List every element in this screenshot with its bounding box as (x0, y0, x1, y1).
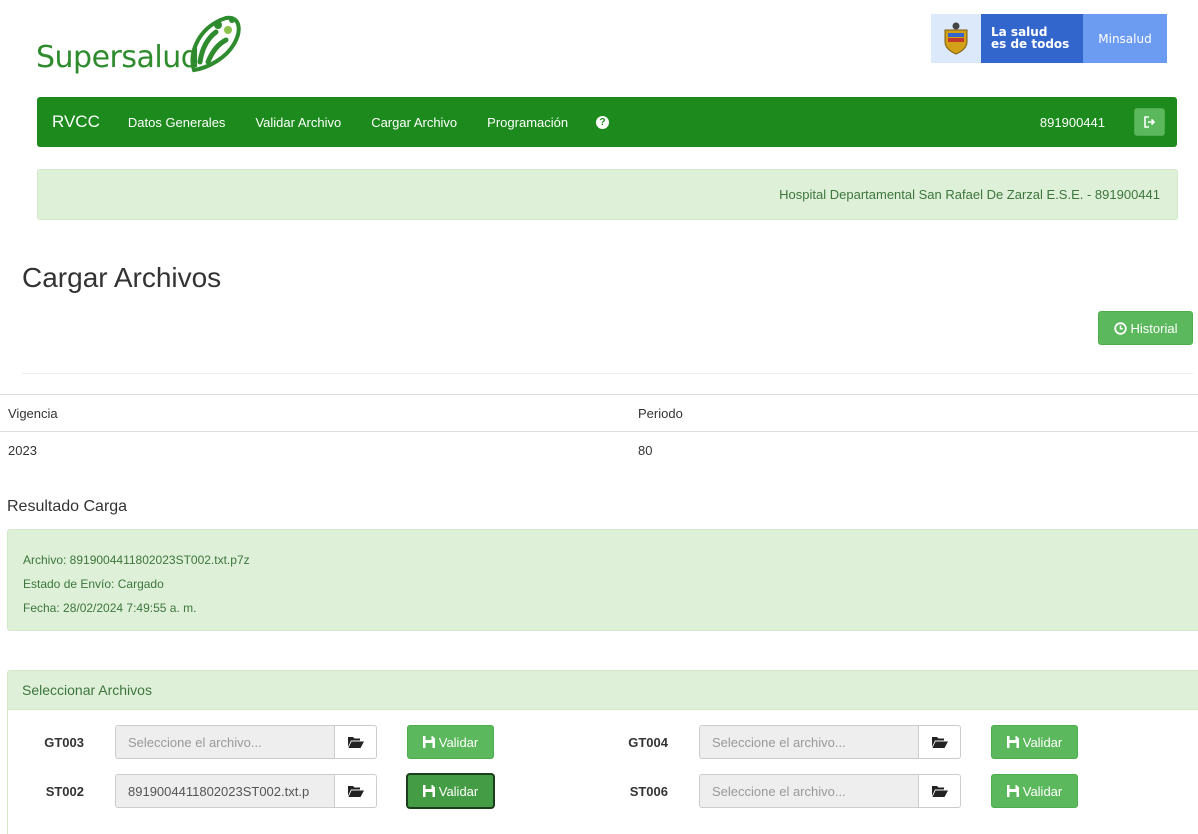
historial-button[interactable]: Historial (1098, 311, 1193, 345)
file-code-st006: ST006 (629, 783, 668, 799)
gov-banner: La salud es de todos Minsalud (931, 14, 1167, 63)
file-row-gt004: GT004 Seleccione el archivo... Validar (598, 725, 1078, 759)
minsalud-label: Minsalud (1083, 14, 1167, 63)
save-icon (1006, 736, 1019, 748)
browse-button-gt004[interactable] (919, 725, 961, 759)
file-input-st006[interactable]: Seleccione el archivo... (699, 774, 919, 808)
folder-open-icon (347, 737, 364, 748)
panel-title: Seleccionar Archivos (8, 671, 1198, 710)
file-row-st006: ST006 Seleccione el archivo... Validar (598, 774, 1078, 808)
browse-button-st002[interactable] (335, 774, 377, 808)
file-input-gt004[interactable]: Seleccione el archivo... (699, 725, 919, 759)
logo-text: Supersalud (36, 40, 200, 75)
cell-periodo: 80 (638, 443, 653, 458)
gov-slogan: La salud es de todos (981, 14, 1083, 63)
navbar-brand[interactable]: RVCC (52, 112, 100, 132)
header-periodo: Periodo (638, 405, 683, 421)
colombia-crest-icon (931, 14, 981, 63)
resultado-archivo: Archivo: 8919004411802023ST002.txt.p7z (23, 553, 250, 567)
nav-item-cargar-archivo[interactable]: Cargar Archivo (371, 115, 457, 130)
validar-button-gt004[interactable]: Validar (991, 725, 1078, 759)
main-navbar: RVCC Datos Generales Validar Archivo Car… (37, 97, 1177, 147)
resultado-box: Archivo: 8919004411802023ST002.txt.p7z E… (7, 529, 1198, 631)
entity-info-bar: Hospital Departamental San Rafael De Zar… (37, 169, 1178, 220)
validar-button-gt003[interactable]: Validar (407, 725, 494, 759)
file-input-st002[interactable]: 8919004411802023ST002.txt.p (115, 774, 335, 808)
nav-item-programacion[interactable]: Programación (487, 115, 568, 130)
validar-button-st002[interactable]: Validar (406, 773, 495, 809)
save-icon (422, 736, 435, 748)
nav-item-datos-generales[interactable]: Datos Generales (128, 115, 226, 130)
nav-item-validar-archivo[interactable]: Validar Archivo (255, 115, 341, 130)
resultado-estado: Estado de Envío: Cargado (23, 577, 164, 591)
help-icon[interactable]: ? (596, 115, 610, 129)
validar-label: Validar (1022, 734, 1063, 750)
browse-button-st006[interactable] (919, 774, 961, 808)
logout-button[interactable] (1134, 108, 1165, 136)
navbar-user-id: 891900441 (1039, 114, 1105, 130)
entity-info-text: Hospital Departamental San Rafael De Zar… (779, 187, 1160, 202)
file-row-gt003: GT003 Seleccione el archivo... Validar (14, 725, 494, 759)
file-row-st002: ST002 8919004411802023ST002.txt.p Valida… (14, 773, 495, 809)
page-title: Cargar Archivos (22, 262, 222, 293)
table-row: 2023 80 (0, 432, 1198, 469)
resultado-title: Resultado Carga (7, 498, 128, 515)
folder-open-icon (931, 786, 948, 797)
folder-open-icon (931, 737, 948, 748)
logout-icon (1143, 116, 1155, 128)
validar-label: Validar (438, 783, 479, 799)
file-code-gt004: GT004 (628, 734, 668, 750)
header-vigencia: Vigencia (8, 405, 58, 421)
table-header-row: Vigencia Periodo (0, 395, 1198, 432)
folder-open-icon (347, 786, 364, 797)
validar-button-st006[interactable]: Validar (991, 774, 1078, 808)
file-code-gt003: GT003 (44, 734, 84, 750)
save-icon (1006, 785, 1019, 797)
supersalud-logo: Supersalud (36, 12, 256, 76)
cell-vigencia: 2023 (8, 443, 37, 458)
file-input-gt003[interactable]: Seleccione el archivo... (115, 725, 335, 759)
save-icon (422, 785, 435, 797)
historial-label: Historial (1130, 320, 1178, 336)
logo-emblem-icon (190, 15, 241, 73)
resultado-fecha: Fecha: 28/02/2024 7:49:55 a. m. (23, 601, 197, 615)
clock-icon (1113, 321, 1127, 335)
file-code-st002: ST002 (45, 783, 84, 799)
vigencia-periodo-table: Vigencia Periodo 2023 80 (0, 394, 1198, 469)
gov-slogan-line2: es de todos (991, 37, 1070, 51)
divider (22, 373, 1193, 374)
validar-label: Validar (438, 734, 479, 750)
browse-button-gt003[interactable] (335, 725, 377, 759)
validar-label: Validar (1022, 783, 1063, 799)
